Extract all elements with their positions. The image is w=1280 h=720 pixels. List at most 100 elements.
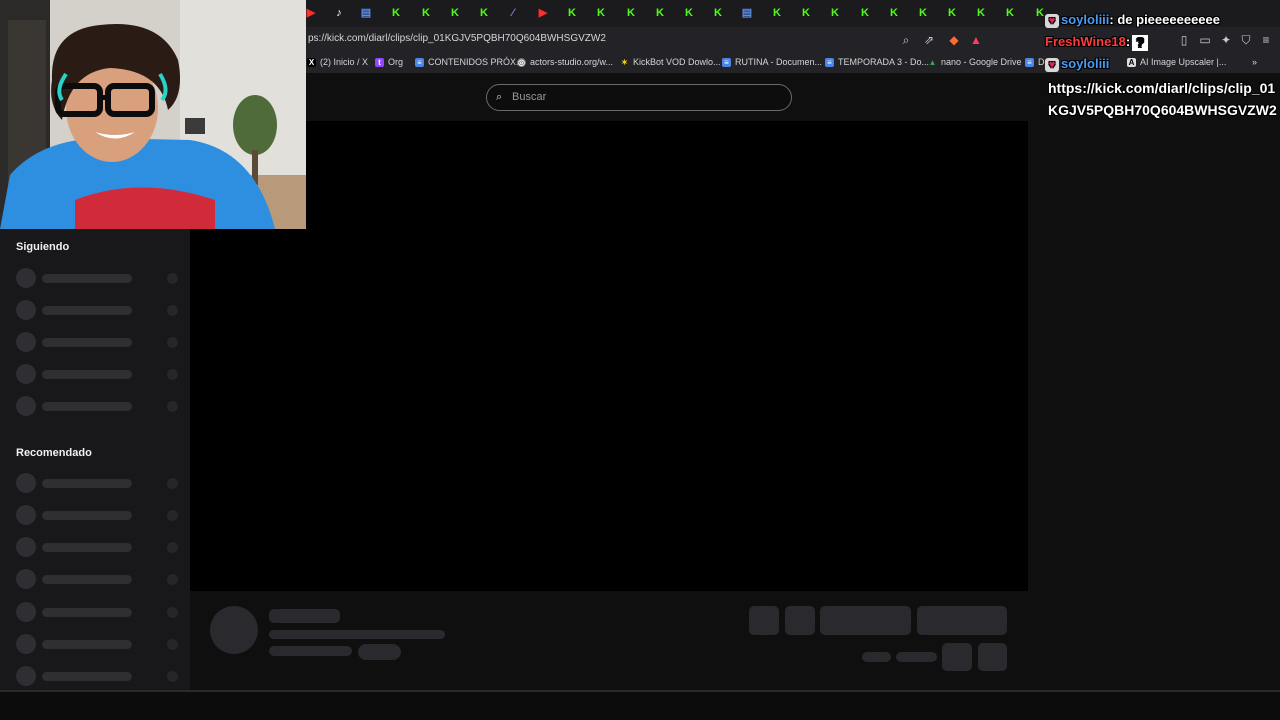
kick-tab-icon[interactable]: K bbox=[595, 7, 607, 19]
kick-tab-icon[interactable]: K bbox=[390, 7, 402, 19]
globe-icon: ◎ bbox=[517, 57, 526, 67]
kick-tab-icon[interactable]: K bbox=[859, 7, 871, 19]
kick-tab-icon[interactable]: K bbox=[917, 7, 929, 19]
wallet-icon[interactable]: ▭ bbox=[1197, 32, 1213, 48]
search-input[interactable]: ⌕ Buscar bbox=[486, 84, 792, 111]
bookmark-item[interactable]: ≡ RUTINA - Documen... bbox=[722, 57, 822, 67]
bookmark-item[interactable]: ▲ nano - Google Drive bbox=[928, 57, 1022, 67]
tag-placeholder bbox=[358, 644, 401, 660]
viewer-placeholder bbox=[167, 337, 178, 348]
avatar-placeholder bbox=[16, 602, 36, 622]
recommended-skeleton-row bbox=[16, 505, 178, 525]
zoom-icon[interactable]: ⌕ bbox=[898, 32, 914, 48]
button-placeholder bbox=[917, 606, 1007, 635]
bookmark-item[interactable]: ◎ actors-studio.org/w... bbox=[517, 57, 613, 67]
kick-tab-icon[interactable]: K bbox=[566, 7, 578, 19]
button-placeholder bbox=[820, 606, 911, 635]
brave-shield-icon[interactable]: ◆ bbox=[946, 32, 962, 48]
kick-tab-icon[interactable]: K bbox=[654, 7, 666, 19]
feather-tab-icon[interactable]: ⁄ bbox=[507, 7, 519, 19]
kick-tab-icon[interactable]: K bbox=[420, 7, 432, 19]
doc-tab-icon[interactable]: ▤ bbox=[360, 7, 372, 19]
video-player[interactable] bbox=[190, 121, 1028, 591]
youtube-tab-icon[interactable]: ▶ bbox=[305, 7, 317, 19]
bookmark-item[interactable]: X (2) Inicio / X bbox=[307, 57, 368, 67]
kick-tab-icon[interactable]: K bbox=[449, 7, 461, 19]
leo-ai-icon[interactable]: ✦ bbox=[1218, 32, 1234, 48]
kick-tab-icon[interactable]: K bbox=[946, 7, 958, 19]
button-placeholder bbox=[785, 606, 815, 635]
stat-placeholder bbox=[896, 652, 937, 662]
viewer-placeholder bbox=[167, 574, 178, 585]
clip-info-skeleton bbox=[190, 591, 1028, 690]
chat-link-message: https://kick.com/diarl/clips/clip_01KGJV… bbox=[1048, 80, 1277, 118]
brave-rewards-icon[interactable]: ▲ bbox=[968, 32, 984, 48]
chat-username: soyloliii bbox=[1061, 12, 1110, 27]
following-skeleton-row bbox=[16, 268, 178, 288]
bookmark-item[interactable]: ✶ KickBot VOD Dowlo... bbox=[620, 57, 720, 67]
url-text[interactable]: ps://kick.com/diarl/clips/clip_01KGJV5PQ… bbox=[308, 33, 606, 44]
viewer-placeholder bbox=[167, 305, 178, 316]
doc-icon: ≡ bbox=[1025, 57, 1034, 67]
bookmark-item[interactable]: A AI Image Upscaler |... bbox=[1127, 57, 1226, 67]
twitch-icon: t bbox=[375, 57, 384, 67]
kick-tab-icon[interactable]: K bbox=[829, 7, 841, 19]
kick-tab-icon[interactable]: K bbox=[683, 7, 695, 19]
viewer-placeholder bbox=[167, 607, 178, 618]
following-skeleton-row bbox=[16, 364, 178, 384]
doc-tab-icon[interactable]: ▤ bbox=[741, 7, 753, 19]
recommended-skeleton-row bbox=[16, 666, 178, 686]
chat-text: : de pieeeeeeeeee bbox=[1109, 12, 1220, 27]
youtube-tab-icon[interactable]: ▶ bbox=[537, 7, 549, 19]
name-placeholder bbox=[42, 479, 132, 488]
name-placeholder bbox=[42, 608, 132, 617]
kick-tab-icon[interactable]: K bbox=[888, 7, 900, 19]
bookmarks-more-button[interactable]: » bbox=[1252, 57, 1257, 67]
ai-icon: A bbox=[1127, 57, 1136, 67]
right-panel bbox=[1028, 121, 1280, 690]
chat-message: FreshWine18:? bbox=[1045, 34, 1149, 51]
kick-tab-icon[interactable]: K bbox=[712, 7, 724, 19]
viewer-placeholder bbox=[167, 478, 178, 489]
avatar-placeholder bbox=[16, 634, 36, 654]
search-placeholder: Buscar bbox=[512, 91, 547, 103]
avatar-placeholder bbox=[16, 396, 36, 416]
avatar-placeholder bbox=[16, 473, 36, 493]
kick-tab-icon[interactable]: K bbox=[625, 7, 637, 19]
menu-icon[interactable]: ≡ bbox=[1258, 32, 1274, 48]
taskbar bbox=[0, 690, 1280, 720]
avatar-placeholder bbox=[16, 332, 36, 352]
bookmark-item[interactable]: t Org bbox=[375, 57, 403, 67]
heart-badge-icon: ♥ bbox=[1045, 57, 1059, 72]
kick-tab-icon[interactable]: K bbox=[800, 7, 812, 19]
kick-tab-icon[interactable]: K bbox=[975, 7, 987, 19]
tiktok-tab-icon[interactable]: ♪ bbox=[333, 7, 345, 19]
kick-tab-icon[interactable]: K bbox=[771, 7, 783, 19]
webcam-image bbox=[0, 0, 306, 229]
name-placeholder bbox=[42, 370, 132, 379]
name-placeholder bbox=[42, 402, 132, 411]
vpn-icon[interactable]: ⛉ bbox=[1238, 32, 1254, 48]
kick-tab-icon[interactable]: K bbox=[1004, 7, 1016, 19]
button-placeholder bbox=[749, 606, 779, 635]
webcam-overlay bbox=[0, 0, 306, 229]
chat-message: ♥ soyloliii: de pieeeeeeeeee bbox=[1045, 12, 1220, 28]
sidebar-icon[interactable]: ▯ bbox=[1176, 32, 1192, 48]
viewer-placeholder bbox=[167, 671, 178, 682]
heart-badge-icon: ♥ bbox=[1045, 13, 1059, 28]
name-placeholder bbox=[42, 575, 132, 584]
avatar-placeholder bbox=[16, 505, 36, 525]
share-icon[interactable]: ⇗ bbox=[921, 32, 937, 48]
viewer-placeholder bbox=[167, 401, 178, 412]
bot-icon: ✶ bbox=[621, 57, 628, 67]
name-placeholder bbox=[42, 306, 132, 315]
chat-message: ♥ soyloliii bbox=[1045, 56, 1109, 72]
button-placeholder bbox=[942, 643, 972, 671]
recommended-skeleton-row bbox=[16, 473, 178, 493]
search-icon: ⌕ bbox=[496, 91, 503, 103]
bookmarks-bar: X (2) Inicio / X t Org ≡ CONTENIDOS PRÓX...… bbox=[300, 53, 1280, 73]
bookmark-item[interactable]: ≡ TEMPORADA 3 - Do... bbox=[825, 57, 929, 67]
bookmark-item[interactable]: ≡ CONTENIDOS PRÓX... bbox=[415, 57, 524, 67]
drive-icon: ▲ bbox=[928, 57, 937, 67]
kick-tab-icon[interactable]: K bbox=[478, 7, 490, 19]
